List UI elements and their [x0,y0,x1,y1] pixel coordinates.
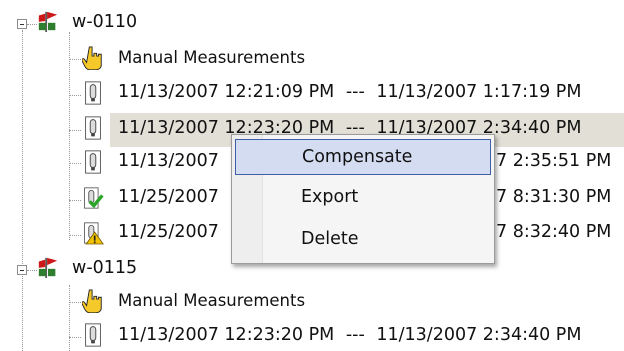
tree-connector [69,59,81,60]
log-file-end[interactable]: 7 8:32:40 PM [496,222,611,242]
separator: --- [345,325,365,345]
tree-connector [27,24,37,25]
tree-connector [22,276,23,351]
tree-connector [69,285,70,351]
well-flag-icon [38,11,58,33]
tree-connector [69,163,81,164]
hand-pointer-icon [82,289,102,313]
tree-connector [22,30,23,270]
collapse-toggle[interactable] [17,19,27,29]
log-file-end[interactable]: 7 2:35:51 PM [496,151,611,171]
menu-item-label: Export [301,187,359,207]
tree-connector [27,270,37,271]
group-label[interactable]: w-0110 [72,12,137,32]
tree-connector [69,235,81,236]
data-file-icon [85,116,101,140]
tree-connector [69,302,81,303]
start-time: 11/13/2007 12:21:09 PM [118,82,335,102]
manual-measurements-label[interactable]: Manual Measurements [118,48,305,67]
menu-item-compensate[interactable]: Compensate [235,139,491,175]
data-file-icon [85,81,101,105]
manual-measurements-label[interactable]: Manual Measurements [118,291,305,310]
log-file-end[interactable]: 7 8:31:30 PM [496,187,611,207]
menu-item-label: Compensate [302,147,413,167]
tree-connector [69,95,81,96]
tree-connector [69,200,81,201]
warning-triangle-icon [84,222,104,245]
log-file-start[interactable]: 11/25/2007 [118,187,219,207]
start-time: 11/13/2007 12:23:20 PM [118,325,335,345]
collapse-toggle[interactable] [17,265,27,275]
log-file-start[interactable]: 11/13/2007 [118,151,219,171]
menu-item-delete[interactable]: Delete [235,221,491,257]
menu-item-label: Delete [301,229,359,249]
hand-pointer-icon [82,46,102,70]
green-check-icon [84,187,104,209]
data-file-icon [85,323,101,347]
tree-view: w-0110 Manual Measurements 11/13/2007 12… [0,0,624,351]
log-file-entry[interactable]: 11/13/2007 12:23:20 PM --- 11/13/2007 2:… [118,325,581,345]
end-time: 11/13/2007 2:34:40 PM [376,325,582,345]
tree-connector [69,32,70,240]
data-file-icon [85,150,101,174]
well-flag-icon [38,257,58,278]
end-time: 11/13/2007 1:17:19 PM [376,82,582,102]
tree-connector [69,130,81,131]
context-menu: Compensate Export Delete [231,134,495,264]
group-label[interactable]: w-0115 [72,258,137,278]
separator: --- [345,82,365,102]
tree-connector [69,337,81,338]
log-file-start[interactable]: 11/25/2007 [118,222,219,242]
log-file-entry[interactable]: 11/13/2007 12:21:09 PM --- 11/13/2007 1:… [118,82,581,102]
menu-item-export[interactable]: Export [235,179,491,215]
